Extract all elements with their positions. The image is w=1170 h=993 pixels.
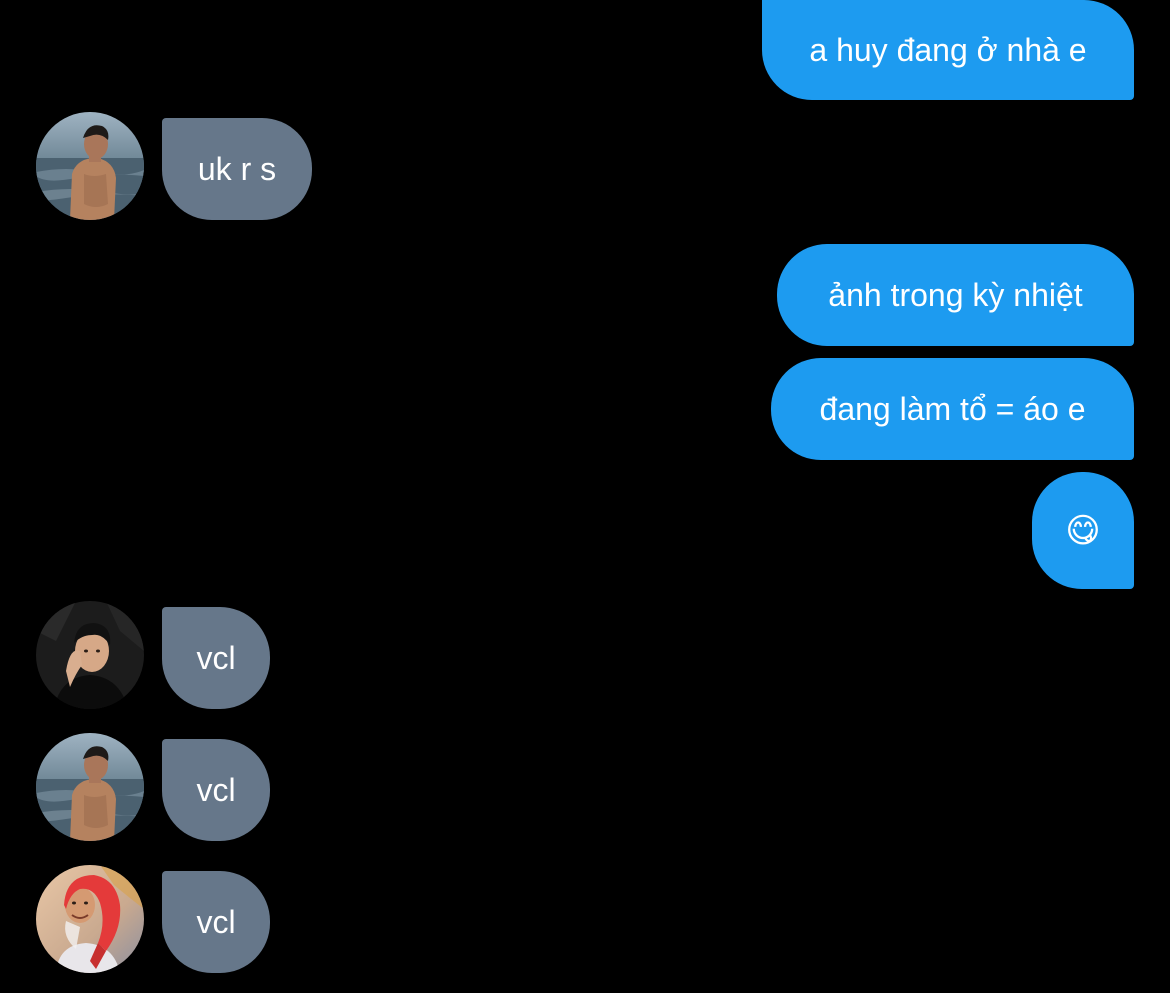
outgoing-message-bubble[interactable]: đang làm tổ = áo e — [771, 358, 1134, 460]
outgoing-message-bubble[interactable]: 😋 — [1032, 472, 1134, 589]
incoming-message-bubble[interactable]: vcl — [162, 607, 270, 709]
outgoing-message-bubble[interactable]: a huy đang ở nhà e — [762, 0, 1134, 100]
sender-avatar[interactable] — [36, 112, 144, 220]
sender-avatar[interactable] — [36, 601, 144, 709]
beach-person-avatar-icon — [36, 112, 144, 220]
message-text: a huy đang ở nhà e — [809, 31, 1087, 68]
message-text: vcl — [196, 903, 236, 940]
sender-avatar[interactable] — [36, 865, 144, 973]
sender-avatar[interactable] — [36, 733, 144, 841]
message-text: đang làm tổ = áo e — [819, 390, 1086, 427]
message-text: vcl — [196, 639, 236, 676]
outgoing-message-bubble[interactable]: ảnh trong kỳ nhiệt — [777, 244, 1134, 346]
dark-portrait-avatar-icon — [36, 601, 144, 709]
message-text: ảnh trong kỳ nhiệt — [828, 276, 1083, 313]
message-text: vcl — [196, 771, 236, 808]
incoming-message-bubble[interactable]: uk r s — [162, 118, 312, 220]
red-hood-avatar-icon — [36, 865, 144, 973]
beach-person-avatar-icon — [36, 733, 144, 841]
message-text: uk r s — [197, 150, 277, 187]
incoming-message-bubble[interactable]: vcl — [162, 739, 270, 841]
incoming-message-bubble[interactable]: vcl — [162, 871, 270, 973]
yum-face-emoji-icon: 😋 — [1065, 510, 1101, 551]
